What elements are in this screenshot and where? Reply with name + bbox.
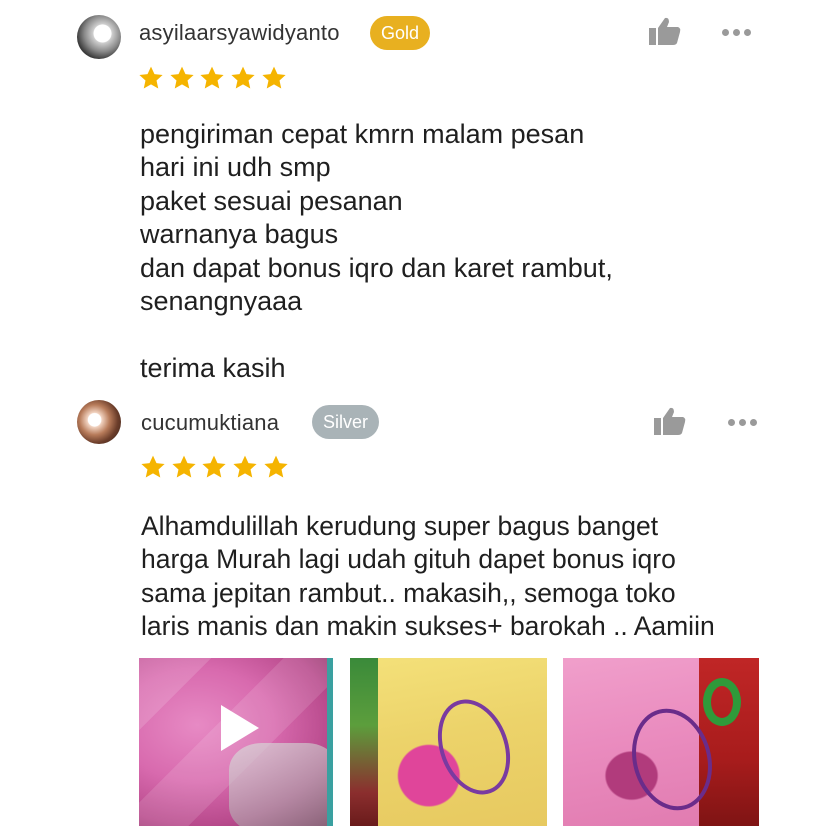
more-options-button[interactable] — [728, 413, 768, 427]
review-video-thumbnail[interactable] — [139, 658, 333, 826]
star-icon — [233, 455, 257, 478]
member-badge-silver: Silver — [312, 405, 380, 439]
star-icon — [264, 455, 288, 478]
thumbnail-detail — [229, 743, 333, 826]
more-options-button[interactable] — [722, 23, 762, 37]
thumbs-up-icon — [654, 407, 686, 435]
reviewer-username: asyilaarsyawidyanto — [139, 20, 340, 45]
star-icon — [139, 66, 163, 89]
thumbnail-detail — [703, 678, 741, 726]
avatar[interactable] — [77, 15, 121, 59]
avatar[interactable] — [77, 400, 121, 444]
review-media-gallery — [139, 658, 759, 826]
star-rating — [138, 65, 291, 91]
thumbnail-detail — [425, 689, 523, 805]
more-dot — [750, 419, 757, 426]
star-icon — [200, 66, 224, 89]
star-icon — [172, 455, 196, 478]
member-badge-gold: Gold — [370, 16, 431, 50]
reviewer-username: cucumuktiana — [141, 410, 280, 435]
star-icon — [170, 66, 194, 89]
like-button[interactable] — [648, 16, 682, 46]
more-dot — [744, 29, 751, 36]
star-icon — [231, 66, 255, 89]
more-dots-icon — [722, 29, 729, 36]
play-icon — [221, 705, 259, 751]
star-icon — [202, 455, 226, 478]
review-comment: Alhamdulillah kerudung super bagus bange… — [141, 511, 715, 641]
review-photo-thumbnail[interactable] — [563, 658, 759, 826]
thumbnail-detail — [350, 658, 378, 826]
more-dot — [739, 419, 746, 426]
thumbs-up-icon — [649, 17, 681, 45]
review-comment: pengiriman cepat kmrn malam pesan hari i… — [140, 119, 613, 383]
star-rating — [140, 454, 293, 480]
star-icon — [262, 66, 286, 89]
more-dot — [733, 29, 740, 36]
review-photo-thumbnail[interactable] — [350, 658, 547, 826]
review-item: cucumuktiana Silver Alhamdulillah kerudu… — [0, 393, 832, 832]
review-item: asyilaarsyawidyanto Gold pengiriman cepa… — [0, 0, 832, 390]
more-dots-icon — [728, 419, 735, 426]
like-button[interactable] — [653, 406, 687, 436]
star-icon — [141, 455, 165, 478]
